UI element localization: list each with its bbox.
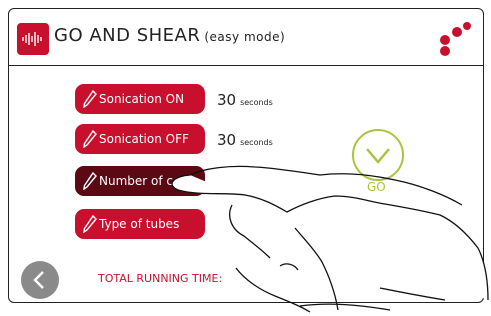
touch-screen: GO AND SHEAR (easy mode) Sonication ON 30… <box>8 8 484 303</box>
pencil-icon <box>83 130 97 148</box>
device-frame: GO AND SHEAR (easy mode) Sonication ON 30… <box>0 0 491 316</box>
total-running-time-label: TOTAL RUNNING TIME: <box>98 272 223 285</box>
sonication-off-button[interactable]: Sonication OFF <box>75 124 205 154</box>
pencil-icon <box>83 215 97 233</box>
header-bar: GO AND SHEAR (easy mode) <box>9 9 483 66</box>
sonication-on-value: 30 seconds <box>217 91 273 109</box>
page-title: GO AND SHEAR (easy mode) <box>54 25 285 46</box>
back-button[interactable] <box>21 261 59 299</box>
dots-logo-icon <box>440 22 471 56</box>
type-of-tubes-button[interactable]: Type of tubes <box>75 209 205 239</box>
mode-text: (easy mode) <box>204 30 286 44</box>
sonication-off-label: Sonication OFF <box>99 132 189 146</box>
chevron-down-icon <box>366 148 390 164</box>
title-text: GO AND SHEAR <box>54 25 201 46</box>
sonication-on-label: Sonication ON <box>99 92 185 106</box>
number-of-cycles-button[interactable]: Number of c <box>75 166 205 196</box>
go-button[interactable] <box>352 129 404 181</box>
pencil-icon <box>83 90 97 108</box>
type-of-tubes-label: Type of tubes <box>99 217 180 231</box>
chevron-left-icon <box>33 271 44 289</box>
go-label: GO <box>367 180 386 194</box>
number-of-cycles-label: Number of c <box>99 174 173 188</box>
sonication-on-button[interactable]: Sonication ON <box>75 84 205 114</box>
sonication-off-value: 30 seconds <box>217 131 273 149</box>
pencil-icon <box>83 172 97 190</box>
waveform-icon[interactable] <box>17 23 49 55</box>
